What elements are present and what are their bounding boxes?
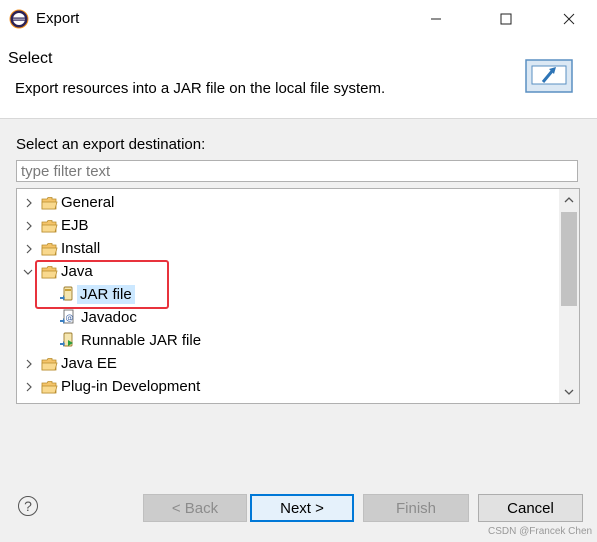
tree-item-label: Java <box>61 263 93 280</box>
minimize-button[interactable] <box>413 0 459 38</box>
back-button[interactable]: < Back <box>143 494 247 522</box>
tree-item-label: Install <box>61 240 101 257</box>
javadoc-icon: @ <box>60 309 74 324</box>
page-description: Export resources into a JAR file on the … <box>15 80 386 97</box>
folder-icon <box>41 242 58 255</box>
cancel-button[interactable]: Cancel <box>478 494 583 522</box>
help-button[interactable]: ? <box>18 496 38 516</box>
watermark: CSDN @Francek Chen <box>488 526 593 537</box>
jar-file-icon <box>60 286 73 301</box>
minimize-icon <box>431 18 441 20</box>
maximize-icon <box>500 13 512 25</box>
next-button[interactable]: Next > <box>250 494 354 522</box>
folder-icon <box>41 196 58 209</box>
tree-item-label: EJB <box>61 217 89 234</box>
eclipse-app-icon <box>9 9 29 29</box>
tree-item-label: Java EE <box>61 355 117 372</box>
runnable-jar-icon <box>60 332 73 347</box>
tree-item-general[interactable]: General <box>17 191 557 214</box>
tree-item-jar-file[interactable]: JAR file <box>17 283 557 306</box>
export-banner-icon <box>525 59 573 93</box>
close-button[interactable] <box>546 0 592 38</box>
tree-item-label: Plug-in Development <box>61 378 201 395</box>
tree-vertical-scrollbar[interactable] <box>559 189 579 403</box>
chevron-right-icon[interactable] <box>23 220 35 232</box>
folder-icon <box>41 380 58 393</box>
folder-icon <box>41 219 58 232</box>
tree-item-java[interactable]: Java <box>17 260 557 283</box>
title-bar: Export <box>0 0 597 38</box>
folder-icon <box>41 265 58 278</box>
destination-label: Select an export destination: <box>16 136 206 153</box>
tree-item-label: Javadoc <box>81 309 137 326</box>
tree-item-label: General <box>61 194 115 211</box>
finish-button[interactable]: Finish <box>363 494 469 522</box>
chevron-right-icon[interactable] <box>23 197 35 209</box>
scroll-thumb[interactable] <box>561 212 577 306</box>
scroll-down-icon[interactable] <box>559 381 579 403</box>
scroll-up-icon[interactable] <box>559 189 579 211</box>
tree-item-java-ee[interactable]: Java EE <box>17 352 557 375</box>
page-title: Select <box>8 50 53 67</box>
tree-item-runnable-jar-file[interactable]: Runnable JAR file <box>17 329 557 352</box>
chevron-right-icon[interactable] <box>23 381 35 393</box>
chevron-right-icon[interactable] <box>23 358 35 370</box>
wizard-header: Select Export resources into a JAR file … <box>0 38 597 119</box>
filter-input[interactable] <box>16 160 578 182</box>
chevron-down-icon[interactable] <box>22 266 34 278</box>
tree-item-javadoc[interactable]: @ Javadoc <box>17 306 557 329</box>
tree-item-label: JAR file <box>77 285 135 304</box>
svg-text:@: @ <box>66 313 74 322</box>
tree-item-plug-in-development[interactable]: Plug-in Development <box>17 375 557 398</box>
folder-icon <box>41 357 58 370</box>
tree-item-install[interactable]: Install <box>17 237 557 260</box>
tree-item-ejb[interactable]: EJB <box>17 214 557 237</box>
tree-item-label: Runnable JAR file <box>81 332 202 349</box>
help-icon: ? <box>24 498 32 514</box>
maximize-button[interactable] <box>483 0 529 38</box>
export-destination-tree[interactable]: General EJB Install Java JAR file @ Java… <box>16 188 580 404</box>
close-icon <box>563 13 575 25</box>
window-title: Export <box>36 10 80 27</box>
chevron-right-icon[interactable] <box>23 243 35 255</box>
